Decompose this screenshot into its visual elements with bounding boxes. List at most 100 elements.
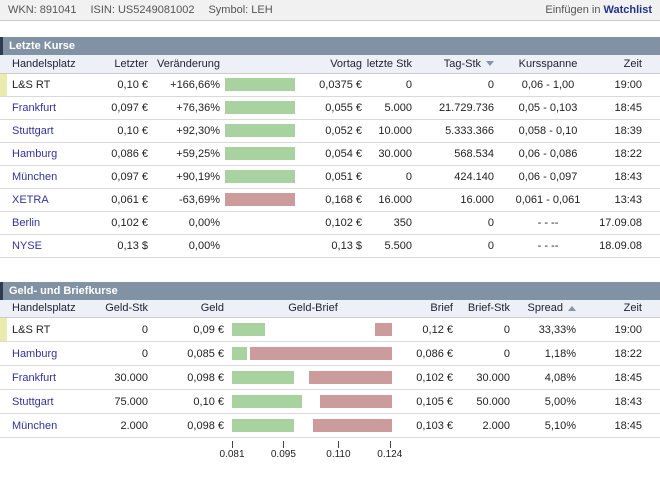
table-row: L&S RT 0 0,09 € 0,12 € 0 33,33% 19:00 (0, 318, 660, 342)
cell-veraenderung: 0,00% (152, 234, 222, 257)
handelsplatz-link[interactable]: Frankfurt (12, 372, 56, 384)
column-header-letzter[interactable]: Letzter (100, 55, 152, 73)
cell-kursspanne: 0,06 - 1,00 (502, 73, 594, 96)
cell-letzter: 0,10 € (100, 119, 152, 142)
spread-scale (232, 347, 392, 360)
column-header-geld-stk[interactable]: Geld-Stk (100, 300, 148, 318)
cell-brief: 0,086 € (400, 342, 458, 366)
cell-kursspanne: - - -- (502, 211, 594, 234)
handelsplatz-link[interactable]: München (12, 420, 57, 432)
cell-handelsplatz: Stuttgart (0, 390, 100, 414)
brief-bar (250, 347, 392, 360)
cell-tag-stk: 568.534 (418, 142, 502, 165)
column-header-row: Handelsplatz Letzter Veränderung Vortag … (0, 55, 660, 73)
cell-zeit: 18:22 (582, 342, 660, 366)
change-bar (225, 101, 295, 114)
column-header-zeit[interactable]: Zeit (582, 300, 660, 318)
tick-mark (338, 441, 339, 448)
change-bar (225, 170, 295, 183)
handelsplatz-link[interactable]: Hamburg (12, 348, 57, 360)
column-header-vortag[interactable]: Vortag (306, 55, 366, 73)
cell-veraenderung: +59,25% (152, 142, 222, 165)
column-header-letzte-stk[interactable]: letzte Stk (366, 55, 418, 73)
brief-bar (309, 371, 392, 384)
handelsplatz-link[interactable]: Frankfurt (12, 102, 56, 114)
cell-handelsplatz: L&S RT (0, 73, 100, 96)
handelsplatz-link[interactable]: Berlin (12, 217, 40, 229)
cell-kursspanne: 0,058 - 0,10 (502, 119, 594, 142)
cell-letzte-stk: 10.000 (366, 119, 418, 142)
cell-vortag: 0,0375 € (306, 73, 366, 96)
column-header-handelsplatz[interactable]: Handelsplatz (0, 55, 100, 73)
column-header-zeit[interactable]: Zeit (594, 55, 660, 73)
tick-label: 0.081 (219, 449, 244, 460)
column-header-handelsplatz[interactable]: Handelsplatz (0, 300, 100, 318)
cell-brief: 0,103 € (400, 414, 458, 438)
cell-geld-brief-bar (226, 342, 400, 366)
column-header-spread[interactable]: Spread (514, 300, 582, 318)
column-header-spread-label: Spread (528, 302, 563, 314)
cell-spread: 33,33% (514, 318, 582, 342)
spacer (0, 258, 660, 282)
table-row: Berlin 0,102 € 0,00% 0,102 € 350 0 - - -… (0, 211, 660, 234)
cell-tag-stk: 424.140 (418, 165, 502, 188)
handelsplatz-link[interactable]: Stuttgart (12, 396, 54, 408)
column-header-geld-brief[interactable]: Geld-Brief (226, 300, 400, 318)
handelsplatz-link[interactable]: NYSE (12, 240, 42, 252)
tick-mark (283, 441, 284, 448)
cell-letzte-stk: 5.000 (366, 96, 418, 119)
cell-handelsplatz: Frankfurt (0, 96, 100, 119)
handelsplatz-link[interactable]: Hamburg (12, 148, 57, 160)
cell-geld: 0,098 € (148, 414, 226, 438)
cell-tag-stk: 21.729.736 (418, 96, 502, 119)
column-header-brief[interactable]: Brief (400, 300, 458, 318)
cell-veraenderung: +166,66% (152, 73, 222, 96)
cell-veraenderung: +92,30% (152, 119, 222, 142)
cell-handelsplatz: Hamburg (0, 142, 100, 165)
cell-geld-stk: 0 (100, 318, 148, 342)
cell-zeit: 17.09.08 (594, 211, 660, 234)
isin-label: ISIN: US5249081002 (90, 4, 194, 16)
cell-geld: 0,09 € (148, 318, 226, 342)
cell-handelsplatz: NYSE (0, 234, 100, 257)
cell-letzter: 0,102 € (100, 211, 152, 234)
spread-scale (232, 323, 392, 336)
cell-zeit: 18:45 (582, 366, 660, 390)
cell-letzter: 0,061 € (100, 188, 152, 211)
handelsplatz-link[interactable]: München (12, 171, 57, 183)
column-header-geld[interactable]: Geld (148, 300, 226, 318)
handelsplatz-link[interactable]: XETRA (12, 194, 49, 206)
cell-handelsplatz: Hamburg (0, 342, 100, 366)
cell-zeit: 18:43 (594, 165, 660, 188)
cell-geld: 0,10 € (148, 390, 226, 414)
column-header-tag-stk[interactable]: Tag-Stk (418, 55, 502, 73)
column-header-brief-stk[interactable]: Brief-Stk (458, 300, 514, 318)
brief-bar (313, 419, 392, 432)
cell-letzte-stk: 0 (366, 73, 418, 96)
cell-veraenderung: -63,69% (152, 188, 222, 211)
cell-geld-stk: 30.000 (100, 366, 148, 390)
spacer (0, 21, 660, 37)
watchlist-link[interactable]: Watchlist (604, 4, 653, 16)
table-row: Frankfurt 0,097 € +76,36% 0,055 € 5.000 … (0, 96, 660, 119)
cell-zeit: 19:00 (594, 73, 660, 96)
cell-letzte-stk: 0 (366, 165, 418, 188)
column-header-veraenderung[interactable]: Veränderung (152, 55, 222, 73)
symbol-label: Symbol: LEH (208, 4, 272, 16)
cell-letzter: 0,086 € (100, 142, 152, 165)
cell-geld: 0,085 € (148, 342, 226, 366)
handelsplatz-link[interactable]: Stuttgart (12, 125, 54, 137)
cell-geld-brief-bar (226, 414, 400, 438)
column-header-kursspanne[interactable]: Kursspanne (502, 55, 594, 73)
sort-desc-icon (486, 61, 494, 66)
table-row: München 2.000 0,098 € 0,103 € 2.000 5,10… (0, 414, 660, 438)
cell-brief: 0,102 € (400, 366, 458, 390)
geld-bar (232, 347, 247, 360)
cell-vortag: 0,055 € (306, 96, 366, 119)
cell-handelsplatz: München (0, 165, 100, 188)
cell-vortag: 0,051 € (306, 165, 366, 188)
column-header-row: Handelsplatz Geld-Stk Geld Geld-Brief Br… (0, 300, 660, 318)
tick-label: 0.110 (326, 449, 350, 460)
cell-handelsplatz: Berlin (0, 211, 100, 234)
geld-bar (232, 419, 294, 432)
